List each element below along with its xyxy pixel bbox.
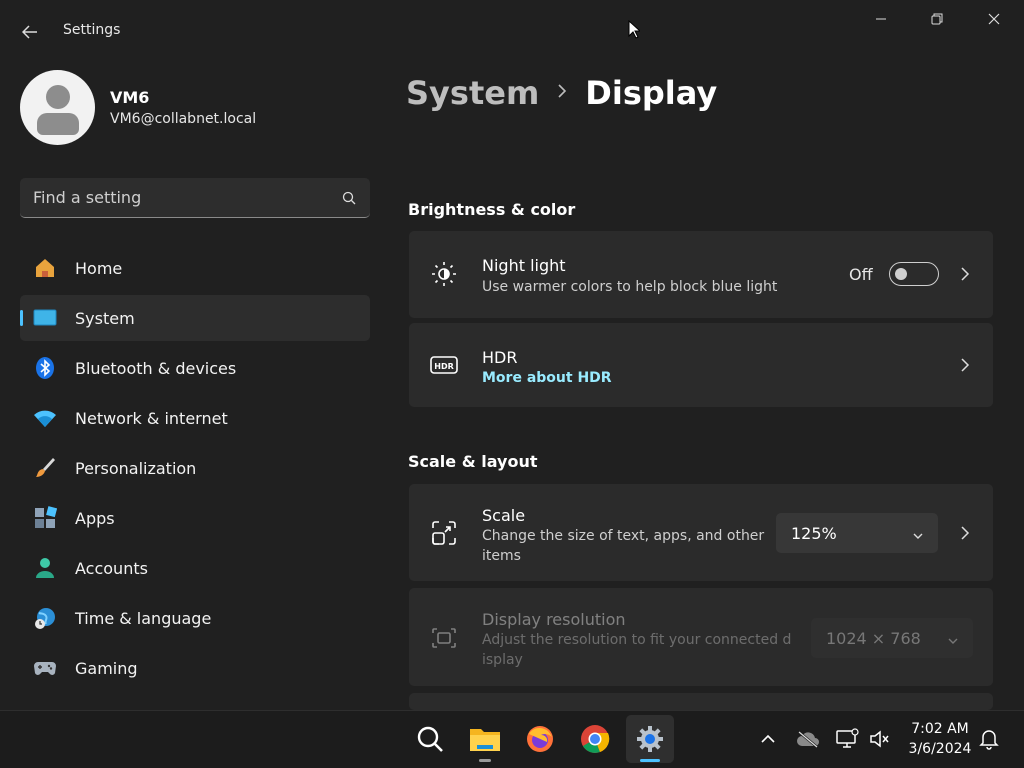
sidebar-item-label: Home bbox=[75, 258, 123, 278]
apps-icon bbox=[33, 506, 57, 530]
display-resolution-card: Display resolution Adjust the resolution… bbox=[409, 588, 993, 686]
scale-icon bbox=[430, 519, 458, 547]
section-title-brightness: Brightness & color bbox=[408, 200, 576, 219]
sidebar-item-bluetooth[interactable]: Bluetooth & devices bbox=[20, 345, 370, 391]
resolution-dropdown: 1024 × 768 bbox=[811, 618, 973, 658]
taskbar-chrome[interactable] bbox=[571, 715, 619, 763]
breadcrumb-parent[interactable]: System bbox=[406, 74, 539, 112]
title-bar: Settings bbox=[0, 0, 1024, 62]
sidebar-item-personalization[interactable]: Personalization bbox=[20, 445, 370, 491]
system-icon bbox=[33, 306, 57, 330]
wifi-icon bbox=[33, 406, 57, 430]
chevron-down-icon bbox=[912, 527, 924, 546]
sidebar-item-accounts[interactable]: Accounts bbox=[20, 545, 370, 591]
globe-clock-icon bbox=[33, 606, 57, 630]
chevron-right-icon[interactable] bbox=[957, 266, 973, 282]
resolution-icon bbox=[430, 624, 458, 652]
clock-date: 3/6/2024 bbox=[908, 741, 972, 757]
taskbar-firefox[interactable] bbox=[516, 715, 564, 763]
sidebar-item-network[interactable]: Network & internet bbox=[20, 395, 370, 441]
accounts-icon bbox=[33, 556, 57, 580]
restore-icon bbox=[931, 13, 943, 25]
notification-bell-icon[interactable] bbox=[977, 727, 1001, 751]
sidebar-item-label: Time & language bbox=[75, 608, 212, 628]
night-light-description: Use warmer colors to help block blue lig… bbox=[482, 279, 778, 295]
page-title: Display bbox=[585, 74, 718, 112]
sidebar-item-time-language[interactable]: Time & language bbox=[20, 595, 370, 641]
minimize-button[interactable] bbox=[858, 6, 904, 32]
sidebar-item-label: Personalization bbox=[75, 458, 197, 478]
display-resolution-description: Adjust the resolution to fit your connec… bbox=[482, 632, 792, 668]
back-arrow-icon bbox=[22, 25, 37, 39]
search-icon[interactable] bbox=[342, 190, 356, 209]
night-light-toggle[interactable] bbox=[889, 262, 939, 286]
chevron-right-icon[interactable] bbox=[957, 357, 973, 373]
user-name: VM6 bbox=[110, 88, 150, 107]
night-light-title: Night light bbox=[482, 256, 566, 275]
volume-mute-icon[interactable] bbox=[867, 727, 891, 751]
scale-title: Scale bbox=[482, 506, 526, 525]
home-icon bbox=[33, 256, 57, 280]
chevron-right-icon[interactable] bbox=[957, 525, 973, 541]
chrome-icon bbox=[581, 725, 610, 753]
sidebar-item-gaming[interactable]: Gaming bbox=[20, 645, 370, 691]
more-about-hdr-link[interactable]: More about HDR bbox=[482, 370, 612, 386]
taskbar-search-button[interactable] bbox=[406, 715, 454, 763]
breadcrumb: System Display bbox=[406, 74, 717, 112]
sidebar-item-label: Apps bbox=[75, 508, 115, 528]
sidebar-item-label: Gaming bbox=[75, 658, 138, 678]
taskbar-settings[interactable] bbox=[626, 715, 674, 763]
firefox-icon bbox=[527, 726, 553, 752]
scale-value: 125% bbox=[791, 523, 837, 543]
search-box[interactable] bbox=[20, 178, 370, 218]
sidebar-nav: Home System Bluetooth & devices Network … bbox=[20, 245, 370, 695]
night-light-card[interactable]: Night light Use warmer colors to help bl… bbox=[409, 231, 993, 318]
chevron-down-icon bbox=[947, 632, 959, 651]
section-title-scale-layout: Scale & layout bbox=[408, 452, 538, 471]
taskbar: 7:02 AM 3/6/2024 bbox=[0, 710, 1024, 768]
sidebar-item-label: Accounts bbox=[75, 558, 148, 578]
app-title: Settings bbox=[63, 22, 121, 38]
controller-icon bbox=[33, 656, 57, 680]
sidebar-item-label: System bbox=[75, 308, 135, 328]
taskbar-clock[interactable]: 7:02 AM 3/6/2024 bbox=[900, 719, 980, 759]
back-button[interactable] bbox=[14, 18, 46, 46]
search-icon bbox=[417, 726, 443, 752]
brush-icon bbox=[33, 456, 57, 480]
bluetooth-icon bbox=[33, 356, 57, 380]
taskbar-file-explorer[interactable] bbox=[461, 715, 509, 763]
hdr-card[interactable]: HDR HDR More about HDR bbox=[409, 323, 993, 407]
hdr-title: HDR bbox=[482, 348, 518, 367]
mouse-cursor-icon bbox=[628, 19, 642, 44]
scale-card[interactable]: Scale Change the size of text, apps, and… bbox=[409, 484, 993, 581]
svg-text:HDR: HDR bbox=[434, 362, 454, 371]
sidebar-item-home[interactable]: Home bbox=[20, 245, 370, 291]
night-light-state-label: Off bbox=[849, 265, 873, 284]
display-resolution-title: Display resolution bbox=[482, 610, 626, 629]
hdr-icon: HDR bbox=[430, 351, 458, 379]
network-icon[interactable] bbox=[835, 727, 859, 751]
user-email: VM6@collabnet.local bbox=[110, 111, 257, 127]
brightness-icon bbox=[430, 260, 458, 288]
file-explorer-icon bbox=[470, 729, 500, 751]
breadcrumb-chevron-icon bbox=[557, 83, 567, 103]
avatar[interactable] bbox=[20, 70, 95, 145]
clock-time: 7:02 AM bbox=[911, 721, 969, 737]
close-button[interactable] bbox=[971, 6, 1017, 32]
sidebar-item-apps[interactable]: Apps bbox=[20, 495, 370, 541]
sidebar-item-label: Bluetooth & devices bbox=[75, 358, 237, 378]
minimize-icon bbox=[876, 18, 886, 20]
chevron-up-icon[interactable] bbox=[756, 727, 780, 751]
scale-dropdown[interactable]: 125% bbox=[776, 513, 938, 553]
onedrive-icon[interactable] bbox=[796, 727, 820, 751]
sidebar-item-system[interactable]: System bbox=[20, 295, 370, 341]
close-icon bbox=[988, 13, 1000, 25]
restore-button[interactable] bbox=[914, 6, 960, 32]
settings-icon bbox=[637, 726, 663, 752]
sidebar-item-label: Network & internet bbox=[75, 408, 228, 428]
resolution-value: 1024 × 768 bbox=[826, 628, 921, 648]
scale-description: Change the size of text, apps, and other… bbox=[482, 528, 765, 564]
search-input[interactable] bbox=[33, 188, 333, 207]
next-setting-card[interactable] bbox=[409, 693, 993, 710]
